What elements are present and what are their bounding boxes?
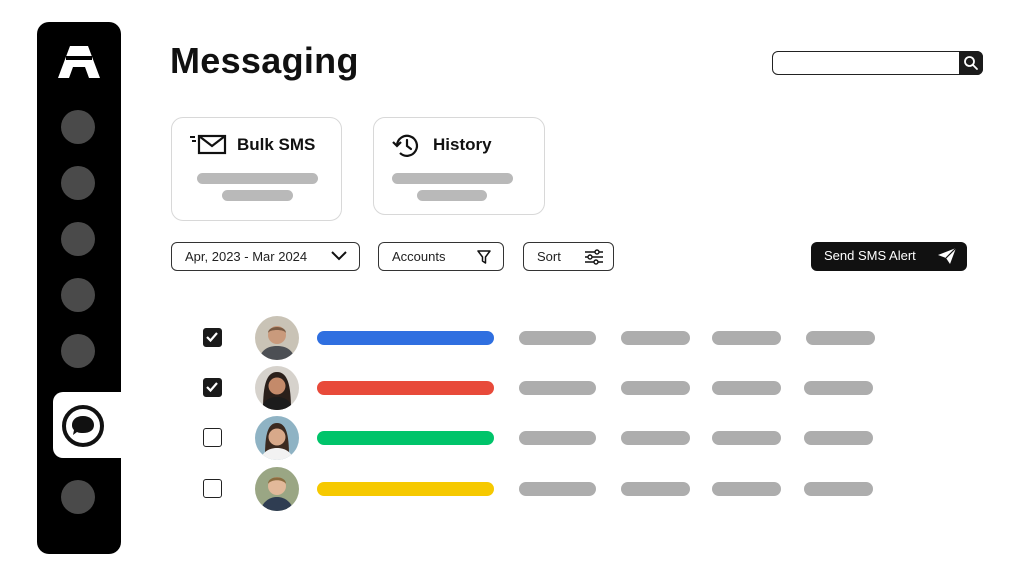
name-placeholder-bar [317,482,494,496]
chevron-down-icon [331,251,347,261]
name-placeholder-bar [317,431,494,445]
name-placeholder-bar [317,331,494,345]
cell-placeholder [712,331,781,345]
date-range-label: Apr, 2023 - Mar 2024 [185,249,308,264]
cell-placeholder [519,431,596,445]
mail-send-icon [190,134,227,155]
name-placeholder-bar [317,381,494,395]
search-icon [964,56,978,70]
cell-placeholder [621,381,690,395]
row-checkbox[interactable] [203,428,222,447]
chat-bubble-icon [62,405,104,447]
table-row[interactable] [200,366,890,412]
avatar [255,416,299,460]
history-card[interactable]: History [373,117,545,215]
cell-placeholder [621,482,690,496]
cell-placeholder [712,381,781,395]
search-box [772,51,983,75]
cell-placeholder [804,431,873,445]
sidebar-item-4[interactable] [61,278,95,312]
avatar [255,467,299,511]
checkmark-icon [206,382,218,393]
accounts-filter[interactable]: Accounts [378,242,504,271]
row-checkbox[interactable] [203,328,222,347]
cell-placeholder [806,331,875,345]
search-button[interactable] [959,51,983,75]
sidebar-item-5[interactable] [61,334,95,368]
cell-placeholder [712,482,781,496]
cell-placeholder [621,431,690,445]
search-input[interactable] [779,54,957,72]
avatar [255,316,299,360]
send-sms-alert-button[interactable]: Send SMS Alert [811,242,967,271]
table-row[interactable] [200,316,890,362]
send-sms-alert-label: Send SMS Alert [824,248,916,263]
accounts-label: Accounts [392,249,446,264]
cell-placeholder [621,331,690,345]
sidebar-item-1[interactable] [61,110,95,144]
sidebar-item-messaging[interactable] [53,392,125,458]
avatar [255,366,299,410]
row-checkbox[interactable] [203,378,222,397]
cell-placeholder [519,331,596,345]
history-label: History [433,135,492,154]
table-row[interactable] [200,467,890,513]
card-placeholder-line [417,190,487,201]
sidebar-item-2[interactable] [61,166,95,200]
cell-placeholder [804,482,873,496]
row-checkbox[interactable] [203,479,222,498]
cell-placeholder [804,381,873,395]
cell-placeholder [519,381,596,395]
card-placeholder-line [392,173,513,184]
sort-button[interactable]: Sort [523,242,614,271]
sort-label: Sort [537,249,561,264]
app-logo[interactable] [58,46,100,78]
date-range-dropdown[interactable]: Apr, 2023 - Mar 2024 [171,242,360,271]
sidebar-item-3[interactable] [61,222,95,256]
page-title: Messaging [170,40,359,81]
checkmark-icon [206,332,218,343]
cell-placeholder [519,482,596,496]
card-placeholder-line [222,190,293,201]
bulk-sms-card[interactable]: Bulk SMS [171,117,342,221]
card-placeholder-line [197,173,318,184]
history-icon [392,134,419,157]
sidebar [37,22,125,554]
table-row[interactable] [200,416,890,462]
filter-icon [477,250,491,264]
sidebar-item-7[interactable] [61,480,95,514]
bulk-sms-label: Bulk SMS [237,135,316,154]
cell-placeholder [712,431,781,445]
sliders-icon [585,249,603,265]
paper-plane-icon [938,247,957,264]
